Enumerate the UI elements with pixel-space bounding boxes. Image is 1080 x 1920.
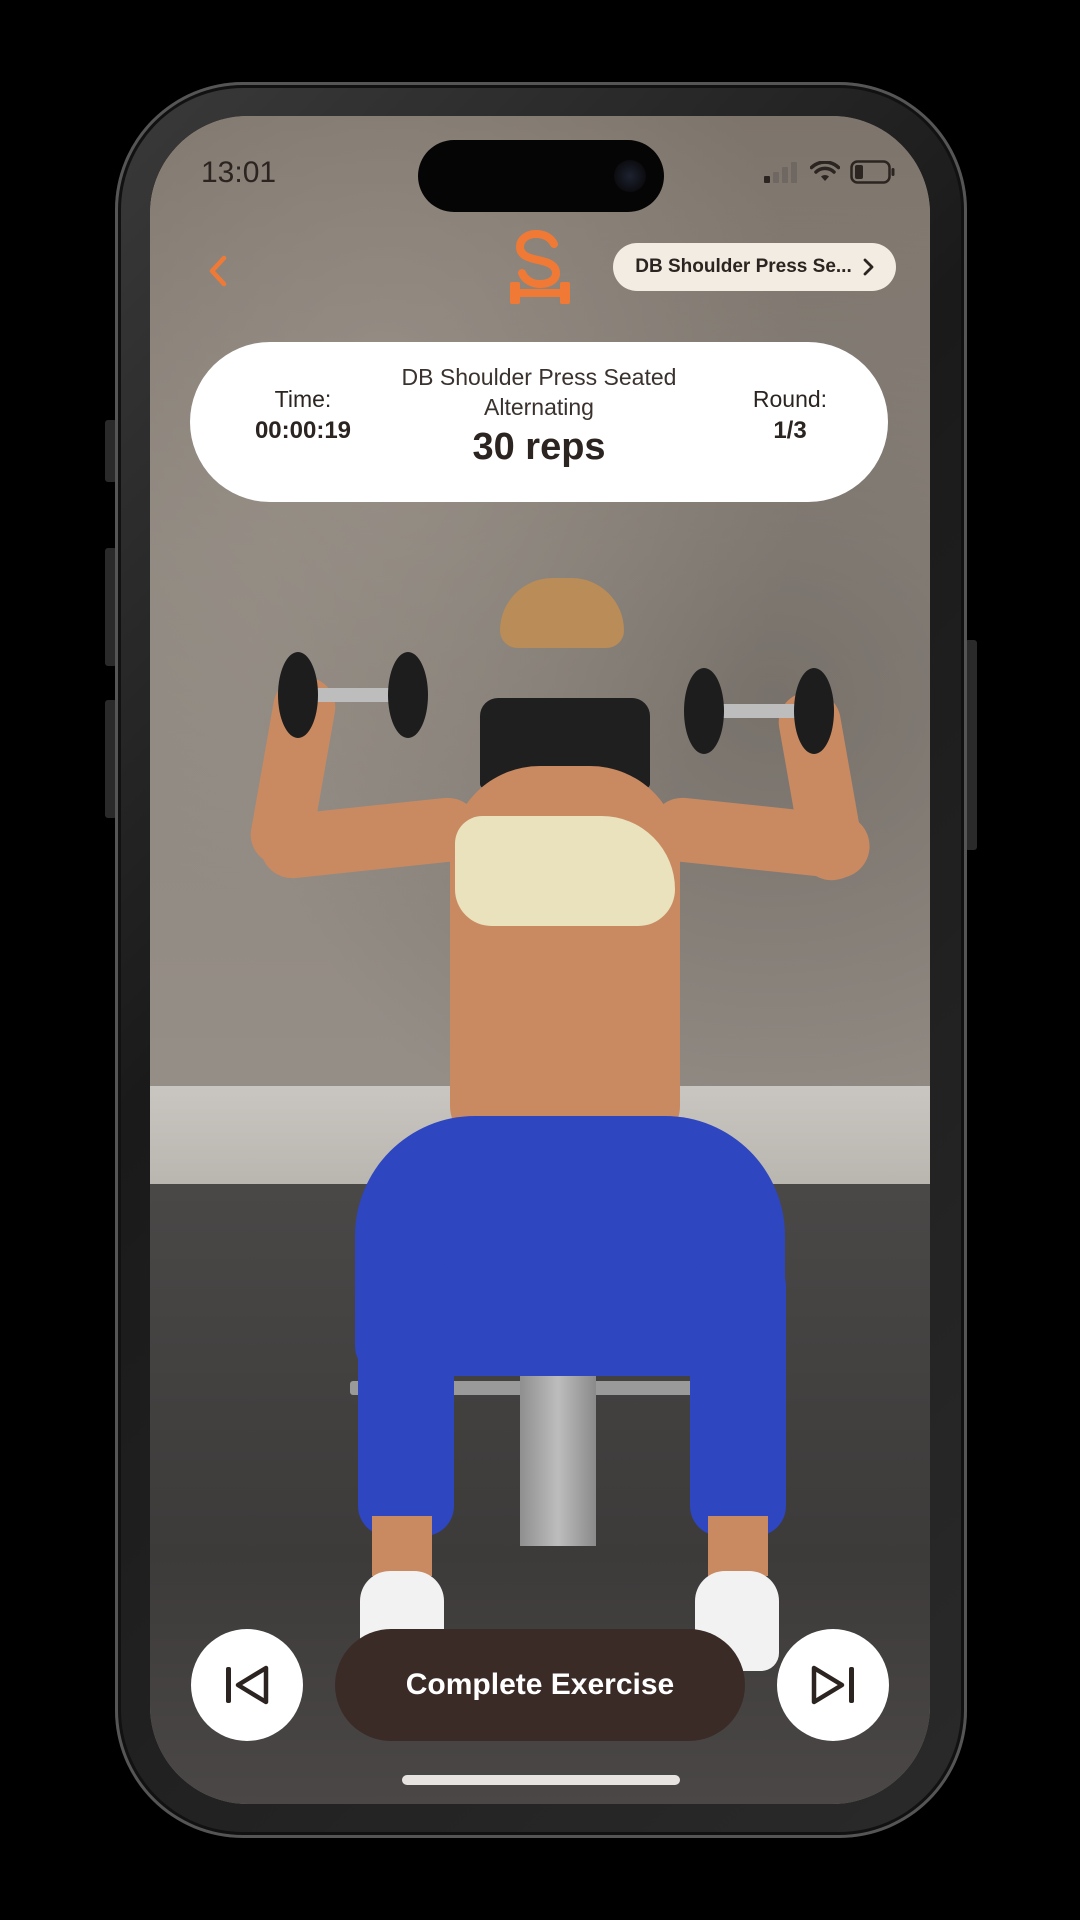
chevron-left-icon [209, 255, 227, 287]
back-button[interactable] [196, 246, 240, 296]
battery-icon [850, 160, 895, 184]
app-screen: 13:01 DB Shoulder Press Se... Time: 00:0… [150, 116, 930, 1804]
exercise-section: DB Shoulder Press Seated Alternating 30 … [360, 362, 718, 469]
complete-exercise-button[interactable]: Complete Exercise [335, 1629, 745, 1741]
trainer-top [455, 816, 675, 926]
dynamic-island [418, 140, 664, 212]
skip-previous-icon [226, 1665, 269, 1705]
stage: 13:01 DB Shoulder Press Se... Time: 00:0… [0, 0, 1080, 1920]
home-indicator[interactable] [402, 1775, 680, 1785]
chevron-right-icon [863, 258, 874, 276]
workout-info-card: Time: 00:00:19 DB Shoulder Press Seated … [190, 342, 888, 502]
s-dumbbell-logo-icon [510, 230, 570, 304]
round-label: Round: [752, 386, 828, 412]
time-label: Time: [274, 386, 332, 412]
trainer-ankle-left [372, 1516, 432, 1576]
round-value: 1/3 [773, 417, 807, 444]
time-value: 00:00:19 [254, 417, 352, 444]
signal-icon [764, 162, 797, 183]
next-exercise-button[interactable] [777, 1629, 889, 1741]
status-time: 13:01 [201, 156, 277, 189]
round-section: Round: 1/3 [730, 386, 850, 445]
exercise-name-line2: Alternating [484, 394, 594, 420]
wifi-icon [810, 161, 840, 181]
timer-section: Time: 00:00:19 [238, 386, 368, 445]
trainer-shin-left [358, 1256, 454, 1536]
exercise-name-line1: DB Shoulder Press Seated [401, 364, 677, 390]
previous-exercise-button[interactable] [191, 1629, 303, 1741]
status-icons [764, 160, 896, 184]
bench-leg [520, 1356, 596, 1546]
dumbbell-left [278, 652, 428, 738]
trainer-ankle-right [708, 1516, 768, 1576]
trainer-shin-right [690, 1256, 786, 1536]
dumbbell-right [684, 668, 834, 754]
exercise-pill-label: DB Shoulder Press Se... [635, 256, 852, 277]
exercise-select-pill[interactable]: DB Shoulder Press Se... [613, 243, 896, 291]
reps-count: 30 reps [472, 426, 606, 468]
skip-next-icon [811, 1665, 854, 1705]
front-camera-icon [614, 160, 646, 192]
